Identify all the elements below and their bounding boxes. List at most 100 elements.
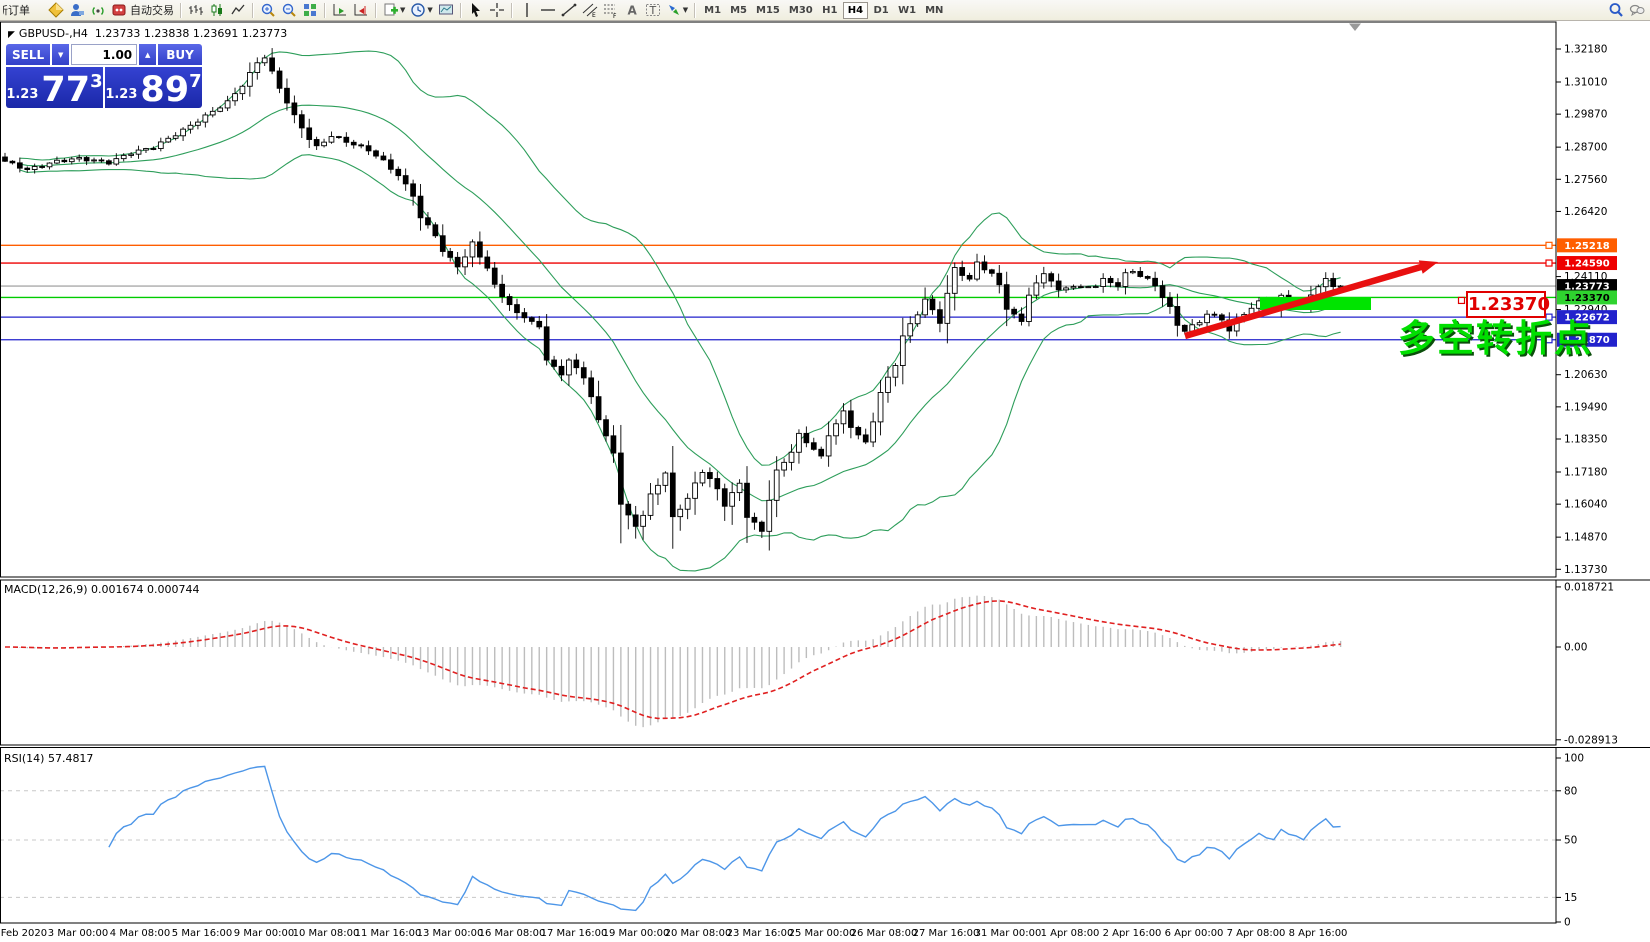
community-button[interactable]: [67, 1, 87, 20]
text-label-button[interactable]: T: [643, 1, 663, 20]
chat-button[interactable]: [1627, 1, 1647, 20]
svg-text:1.16040: 1.16040: [1564, 499, 1607, 511]
buy-price-point: 7: [189, 71, 202, 92]
timeframe-m30[interactable]: M30: [785, 2, 817, 19]
svg-text:F: F: [613, 13, 617, 18]
chat-icon: [1629, 4, 1645, 17]
volume-input[interactable]: [71, 44, 138, 65]
equidistant-channel-button[interactable]: E: [580, 1, 600, 20]
svg-text:1 Apr 08:00: 1 Apr 08:00: [1041, 928, 1100, 939]
fibonacci-button[interactable]: F: [601, 1, 621, 20]
line-chart-button[interactable]: [228, 1, 248, 20]
toolbar-separator: [252, 2, 254, 18]
channel-icon: E: [582, 3, 598, 18]
sell-price-display[interactable]: 1.23 77 3: [6, 67, 103, 108]
trendline-button[interactable]: [559, 1, 579, 20]
toolbar-separator: [180, 2, 182, 18]
clock-icon: [411, 3, 426, 17]
svg-text:1.18350: 1.18350: [1564, 434, 1607, 446]
templates-button[interactable]: [436, 1, 456, 20]
svg-text:80: 80: [1564, 785, 1577, 797]
line-chart-icon: [231, 4, 245, 15]
svg-text:19 Mar 00:00: 19 Mar 00:00: [603, 928, 670, 939]
timeframe-h4[interactable]: H4: [842, 1, 869, 19]
toolbar-separator: [694, 2, 697, 18]
turning-point-annotation[interactable]: 多空转折点: [1398, 308, 1593, 362]
arrows-icon: [668, 5, 679, 15]
horizontal-line-button[interactable]: [538, 1, 558, 20]
chevron-down-icon: ▼: [57, 50, 64, 59]
timeframe-m15[interactable]: M15: [752, 2, 784, 19]
person-icon: [71, 4, 84, 16]
svg-text:2 Apr 16:00: 2 Apr 16:00: [1103, 928, 1162, 939]
dropdown-arrow-icon: ▼: [427, 6, 433, 14]
candlestick-icon: [211, 4, 222, 16]
toolbar: 新订单 自动交易 ▼ ▼ E F A T ▼ M1 M5 M15 M30 H1 …: [0, 0, 1650, 21]
template-icon: [438, 4, 453, 15]
svg-text:8 Apr 16:00: 8 Apr 16:00: [1289, 928, 1348, 939]
search-button[interactable]: [1606, 1, 1626, 20]
zoom-in-button[interactable]: [258, 1, 278, 20]
text-label-icon: T: [645, 4, 660, 17]
buy-price-base: 1.23: [105, 87, 138, 102]
volume-decrease-button[interactable]: ▼: [52, 44, 70, 65]
buy-button[interactable]: BUY: [158, 44, 202, 65]
cursor-button[interactable]: [466, 1, 486, 20]
signals-button[interactable]: [88, 1, 108, 20]
svg-text:1.20630: 1.20630: [1564, 369, 1607, 381]
timeframe-h1[interactable]: H1: [818, 2, 842, 19]
svg-text:1.24590: 1.24590: [1564, 259, 1610, 270]
crosshair-icon: [489, 3, 504, 17]
svg-text:7 Apr 08:00: 7 Apr 08:00: [1227, 928, 1286, 939]
new-chart-button[interactable]: ▼: [381, 1, 407, 20]
svg-text:1.31010: 1.31010: [1564, 76, 1607, 88]
candlestick-chart-button[interactable]: [207, 1, 227, 20]
sell-button[interactable]: SELL: [6, 44, 51, 65]
sell-price-pips: 77: [41, 70, 91, 110]
fibonacci-icon: F: [603, 4, 617, 18]
svg-text:16 Mar 08:00: 16 Mar 08:00: [479, 928, 546, 939]
svg-text:1.26420: 1.26420: [1564, 206, 1607, 218]
svg-text:1.19490: 1.19490: [1564, 401, 1607, 413]
auto-trading-button[interactable]: 自动交易: [109, 1, 176, 20]
price-chart-canvas[interactable]: 1.32180 1.31010 1.29870 1.28700 1.27560 1.264…: [0, 21, 1650, 942]
chevron-up-icon: ▲: [144, 50, 151, 59]
timeframe-m1[interactable]: M1: [700, 2, 725, 19]
trendline-icon: [561, 3, 577, 17]
svg-text:6 Apr 00:00: 6 Apr 00:00: [1165, 928, 1224, 939]
vertical-line-button[interactable]: [517, 1, 537, 20]
timeframe-w1[interactable]: W1: [894, 2, 920, 19]
buy-price-display[interactable]: 1.23 89 7: [105, 67, 202, 108]
auto-scroll-button[interactable]: [330, 1, 350, 20]
svg-text:1.32180: 1.32180: [1564, 44, 1607, 56]
sell-price-base: 1.23: [6, 87, 39, 102]
toolbar-separator: [459, 2, 462, 18]
gold-diamond-icon: [48, 2, 64, 18]
text-icon: A: [627, 4, 637, 18]
timeframe-mn[interactable]: MN: [921, 2, 947, 19]
period-menu-button[interactable]: ▼: [408, 1, 434, 20]
chart-title-text: GBPUSD-,H4 1.23733 1.23838 1.23691 1.237…: [18, 27, 288, 40]
new-order-label: 新订单: [3, 4, 30, 17]
zoom-out-button[interactable]: [279, 1, 299, 20]
svg-text:100: 100: [1564, 753, 1584, 765]
arrows-button[interactable]: ▼: [664, 1, 690, 20]
tile-windows-icon: [304, 4, 316, 16]
crosshair-button[interactable]: [487, 1, 507, 20]
new-order-button[interactable]: 新订单: [3, 1, 45, 20]
chart-shift-button[interactable]: [351, 1, 371, 20]
dropdown-arrow-icon: ▼: [682, 6, 689, 14]
tile-windows-button[interactable]: [300, 1, 320, 20]
timeframe-m5[interactable]: M5: [726, 2, 751, 19]
zoom-out-icon: [282, 3, 296, 17]
bar-chart-button[interactable]: [186, 1, 206, 20]
toolbar-separator: [375, 2, 377, 18]
text-button[interactable]: A: [622, 1, 642, 20]
market-button[interactable]: [46, 1, 66, 20]
cursor-icon: [471, 3, 480, 17]
sell-price-point: 3: [90, 71, 103, 92]
svg-text:23 Mar 16:00: 23 Mar 16:00: [727, 928, 794, 939]
svg-text:13 Mar 00:00: 13 Mar 00:00: [417, 928, 484, 939]
timeframe-d1[interactable]: D1: [869, 2, 893, 19]
volume-increase-button[interactable]: ▲: [139, 44, 157, 65]
